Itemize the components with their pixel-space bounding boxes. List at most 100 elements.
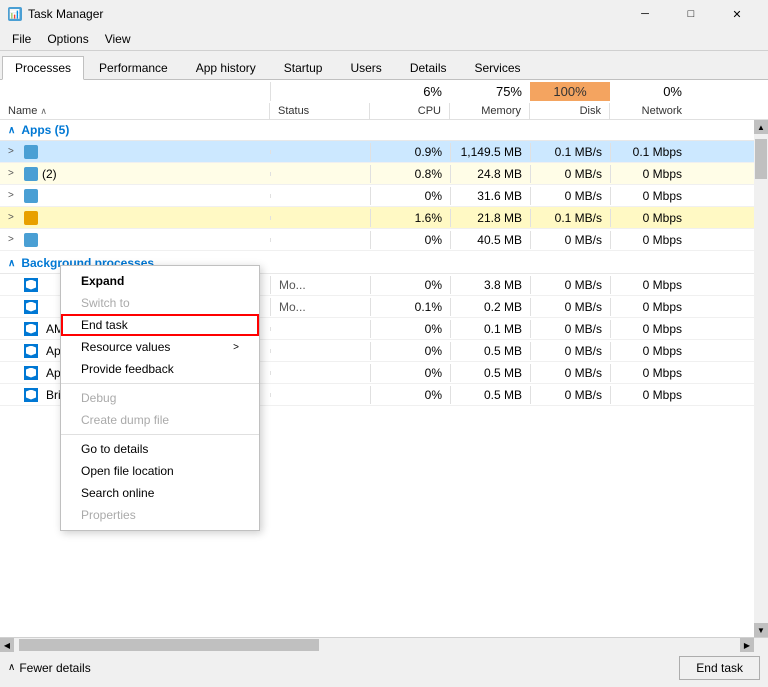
ctx-expand[interactable]: Expand <box>61 270 259 292</box>
process-memory: 1,149.5 MB <box>450 143 530 161</box>
status-bar: ∧ Fewer details End task <box>0 651 768 683</box>
fewer-details-button[interactable]: ∧ Fewer details <box>8 661 91 675</box>
expand-icon[interactable]: > <box>8 212 20 223</box>
end-task-button[interactable]: End task <box>679 656 760 680</box>
process-cpu: 0.1% <box>370 298 450 316</box>
process-status <box>270 150 370 154</box>
process-cpu: 0% <box>370 276 450 294</box>
ctx-resource-values[interactable]: Resource values > <box>61 336 259 358</box>
process-network: 0 Mbps <box>610 364 690 382</box>
process-cpu: 0% <box>370 342 450 360</box>
section-apps: ∧ Apps (5) <box>0 120 768 141</box>
scroll-down-button[interactable]: ▼ <box>754 623 768 637</box>
menu-options[interactable]: Options <box>39 30 96 48</box>
table-row[interactable]: > 0.9% 1,149.5 MB 0.1 MB/s 0.1 Mbps <box>0 141 768 163</box>
expand-icon[interactable]: > <box>8 168 20 179</box>
col-header-network[interactable]: Network <box>610 103 690 119</box>
table-row[interactable]: > 1.6% 21.8 MB 0.1 MB/s 0 Mbps <box>0 207 768 229</box>
scroll-track[interactable] <box>754 134 768 623</box>
scroll-left-button[interactable]: ◀ <box>0 638 14 652</box>
table-area: ∧ Apps (5) > 0.9% 1,149.5 MB 0.1 MB/s 0.… <box>0 120 768 637</box>
service-icon <box>24 278 38 292</box>
col-header-status[interactable]: Status <box>270 103 370 119</box>
tab-performance[interactable]: Performance <box>86 56 181 80</box>
submenu-arrow-icon: > <box>233 342 239 353</box>
process-status <box>270 172 370 176</box>
close-button[interactable]: ✕ <box>714 4 760 24</box>
app-title: Task Manager <box>28 7 103 21</box>
expand-icon[interactable]: > <box>8 146 20 157</box>
process-cpu: 0.9% <box>370 143 450 161</box>
maximize-button[interactable]: □ <box>668 4 714 24</box>
title-bar: 📊 Task Manager ─ □ ✕ <box>0 0 768 28</box>
process-name: > <box>0 231 270 249</box>
col-header-disk[interactable]: Disk <box>530 103 610 119</box>
scroll-thumb-h[interactable] <box>19 639 319 651</box>
tab-processes[interactable]: Processes <box>2 56 84 80</box>
section-bg-expand[interactable]: ∧ <box>8 258 15 269</box>
process-network: 0 Mbps <box>610 298 690 316</box>
tab-details[interactable]: Details <box>397 56 460 80</box>
section-apps-label: Apps (5) <box>21 123 69 137</box>
process-name: > (2) <box>0 165 270 183</box>
section-apps-expand[interactable]: ∧ <box>8 125 15 136</box>
col-status-pct <box>270 82 370 101</box>
process-memory: 0.1 MB <box>450 320 530 338</box>
menu-bar: File Options View <box>0 28 768 51</box>
process-memory: 21.8 MB <box>450 209 530 227</box>
expand-icon[interactable]: > <box>8 190 20 201</box>
horizontal-scrollbar[interactable]: ◀ ▶ <box>0 638 754 652</box>
table-row[interactable]: > (2) 0.8% 24.8 MB 0 MB/s 0 Mbps <box>0 163 768 185</box>
service-icon <box>24 388 38 402</box>
process-disk: 0 MB/s <box>530 165 610 183</box>
table-row[interactable]: > 0% 31.6 MB 0 MB/s 0 Mbps <box>0 185 768 207</box>
column-label-row: Name ∧ Status CPU Memory Disk Network <box>0 103 768 120</box>
process-status: Mo... <box>270 276 370 294</box>
vertical-scrollbar[interactable]: ▲ ▼ <box>754 120 768 637</box>
tab-users[interactable]: Users <box>337 56 394 80</box>
scroll-track-h[interactable] <box>14 638 740 652</box>
process-network: 0 Mbps <box>610 386 690 404</box>
ctx-open-file-location[interactable]: Open file location <box>61 460 259 482</box>
process-network: 0 Mbps <box>610 231 690 249</box>
tab-startup[interactable]: Startup <box>271 56 336 80</box>
col-header-memory[interactable]: Memory <box>450 103 530 119</box>
process-disk: 0 MB/s <box>530 320 610 338</box>
tab-bar: Processes Performance App history Startu… <box>0 51 768 80</box>
scroll-up-button[interactable]: ▲ <box>754 120 768 134</box>
process-memory: 0.5 MB <box>450 364 530 382</box>
table-row[interactable]: > 0% 40.5 MB 0 MB/s 0 Mbps <box>0 229 768 251</box>
tab-app-history[interactable]: App history <box>183 56 269 80</box>
process-network: 0 Mbps <box>610 342 690 360</box>
process-memory: 0.5 MB <box>450 386 530 404</box>
scroll-thumb[interactable] <box>755 139 767 179</box>
menu-file[interactable]: File <box>4 30 39 48</box>
fewer-details-label: Fewer details <box>19 661 90 675</box>
process-disk: 0.1 MB/s <box>530 143 610 161</box>
menu-view[interactable]: View <box>97 30 139 48</box>
expand-icon[interactable]: > <box>8 234 20 245</box>
ctx-end-task[interactable]: End task <box>61 314 259 336</box>
ctx-search-online[interactable]: Search online <box>61 482 259 504</box>
col-cpu-pct: 6% <box>370 82 450 101</box>
process-cpu: 1.6% <box>370 209 450 227</box>
col-header-cpu[interactable]: CPU <box>370 103 450 119</box>
process-status <box>270 194 370 198</box>
minimize-button[interactable]: ─ <box>622 4 668 24</box>
process-name: > <box>0 209 270 227</box>
process-status <box>270 238 370 242</box>
scroll-right-button[interactable]: ▶ <box>740 638 754 652</box>
fewer-details-arrow-icon: ∧ <box>8 662 15 673</box>
process-cpu: 0% <box>370 364 450 382</box>
process-status <box>270 371 370 375</box>
sort-arrow-icon: ∧ <box>40 106 47 116</box>
process-disk: 0 MB/s <box>530 298 610 316</box>
process-memory: 0.5 MB <box>450 342 530 360</box>
process-network: 0 Mbps <box>610 187 690 205</box>
ctx-go-to-details[interactable]: Go to details <box>61 438 259 460</box>
process-status <box>270 349 370 353</box>
ctx-provide-feedback[interactable]: Provide feedback <box>61 358 259 380</box>
col-header-name[interactable]: Name ∧ <box>0 103 270 119</box>
tab-services[interactable]: Services <box>462 56 534 80</box>
main-content: 6% 75% 100% 0% Name ∧ Status CPU Memory … <box>0 80 768 651</box>
